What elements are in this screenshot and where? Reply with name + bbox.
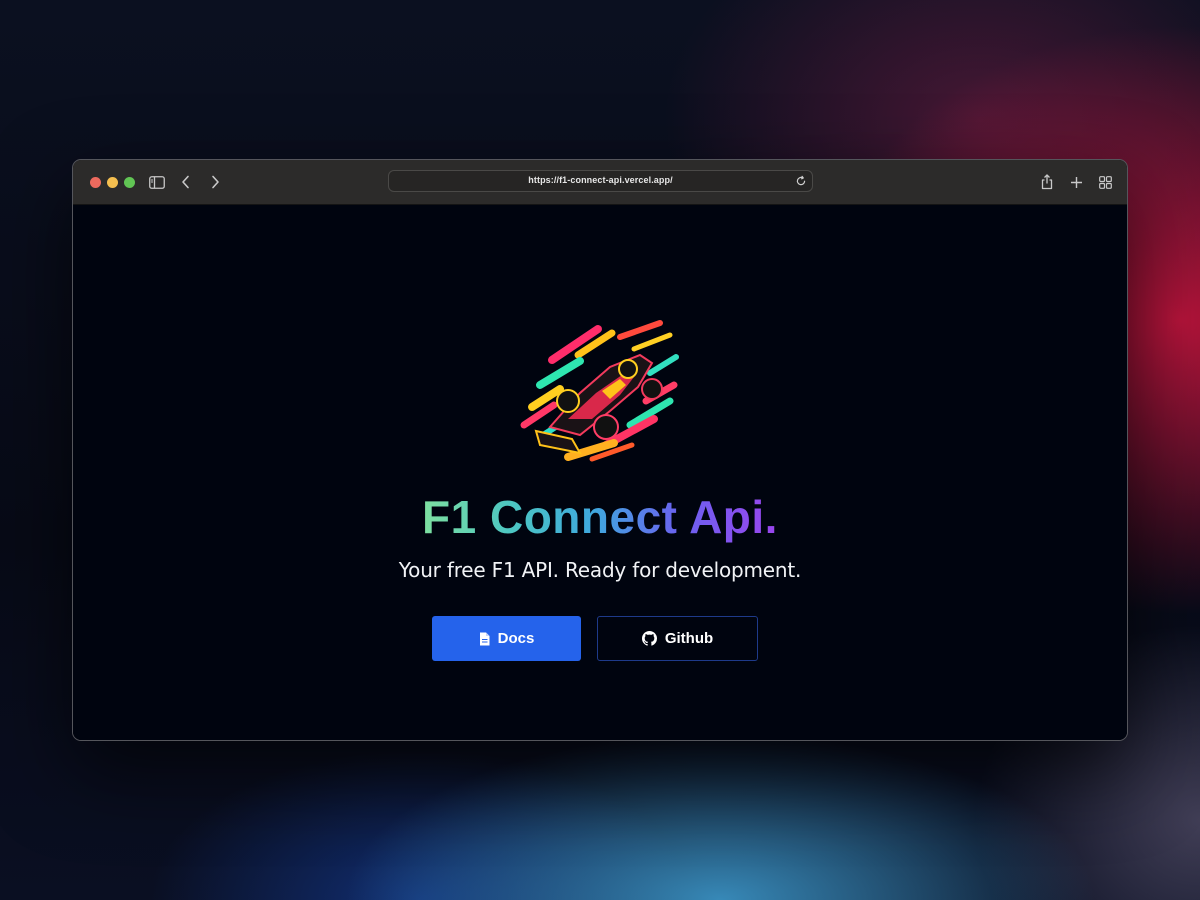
chevron-left-icon[interactable] bbox=[176, 172, 196, 192]
sidebar-icon[interactable] bbox=[147, 172, 167, 192]
address-bar[interactable]: https://f1-connect-api.vercel.app/ bbox=[388, 170, 813, 192]
zoom-window-button[interactable] bbox=[124, 177, 135, 188]
f1-car-logo bbox=[520, 320, 679, 462]
github-button[interactable]: Github bbox=[597, 616, 758, 661]
github-icon bbox=[641, 631, 657, 646]
share-icon[interactable] bbox=[1037, 172, 1057, 192]
document-icon bbox=[479, 632, 490, 645]
page-content: F1 Connect Api. Your free F1 API. Ready … bbox=[73, 205, 1127, 740]
chevron-right-icon[interactable] bbox=[205, 172, 225, 192]
reload-icon[interactable] bbox=[795, 175, 807, 187]
page-title: F1 Connect Api. bbox=[73, 490, 1127, 544]
grid-icon[interactable] bbox=[1095, 172, 1115, 192]
browser-window: https://f1-connect-api.vercel.app/ F1 Co… bbox=[72, 159, 1128, 741]
docs-button-label: Docs bbox=[497, 630, 535, 647]
plus-icon[interactable] bbox=[1066, 172, 1086, 192]
page-subtitle: Your free F1 API. Ready for development. bbox=[398, 558, 802, 582]
minimize-window-button[interactable] bbox=[107, 177, 118, 188]
browser-toolbar: https://f1-connect-api.vercel.app/ bbox=[73, 160, 1127, 205]
close-window-button[interactable] bbox=[90, 177, 101, 188]
url-text: https://f1-connect-api.vercel.app/ bbox=[528, 175, 673, 185]
github-button-label: Github bbox=[664, 630, 714, 647]
page-title-text: F1 Connect Api. bbox=[422, 491, 778, 543]
docs-button[interactable]: Docs bbox=[432, 616, 581, 661]
